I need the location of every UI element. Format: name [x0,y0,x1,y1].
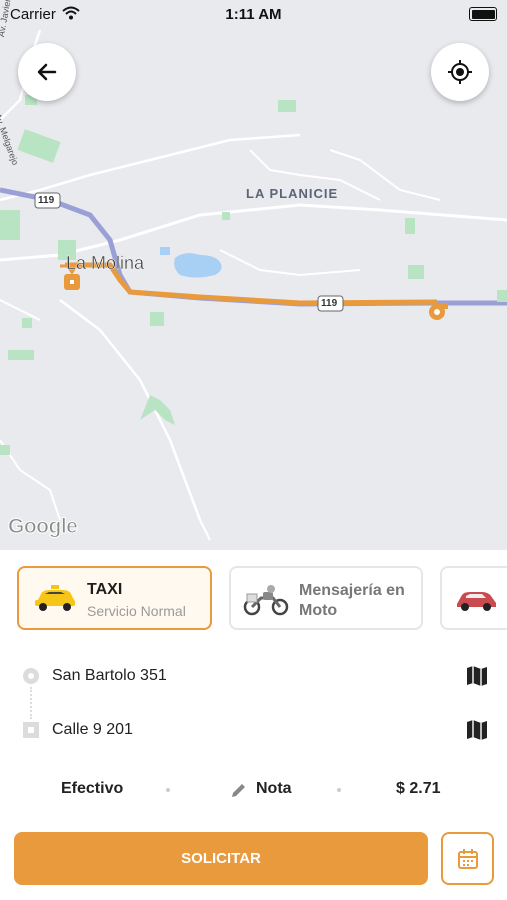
service-taxi-subtitle: Servicio Normal [87,603,186,619]
battery-icon [469,7,497,21]
request-panel: TAXI Servicio Normal Mensajería en Moto … [0,550,507,900]
crosshair-location-icon [448,60,472,84]
origin-address[interactable]: San Bartolo 351 [52,667,167,685]
destination-square-icon [23,722,39,738]
pencil-icon [232,784,245,797]
motorcycle-icon [243,585,289,616]
map-label-route-119-b: 119 [321,298,338,309]
google-attribution: Google [7,515,78,539]
origin-map-icon[interactable] [465,664,489,688]
payment-method[interactable]: Efectivo [61,780,123,798]
route-connector [30,687,32,719]
destination-address[interactable]: Calle 9 201 [52,721,133,739]
service-card-car[interactable] [440,566,507,630]
calendar-icon [457,848,478,869]
map-label-la-molina: La Molina [66,253,145,273]
price-value: $ 2.71 [396,780,441,797]
map-canvas [0,29,507,541]
status-bar: Carrier 1:11 AM [0,0,507,28]
separator-dot [166,788,170,792]
request-button[interactable]: SOLICITAR [14,832,428,885]
service-card-taxi[interactable]: TAXI Servicio Normal [17,566,212,630]
note-button[interactable]: Nota [256,780,292,798]
red-car-icon [457,592,496,611]
map-label-la-planicie: LA PLANICIE [246,186,339,201]
arrow-left-icon [37,63,57,81]
origin-dot-icon [23,668,39,684]
service-card-moto[interactable]: Mensajería en Moto [229,566,423,630]
map-label-route-119-a: 119 [38,195,55,206]
destination-map-icon[interactable] [465,718,489,742]
schedule-button[interactable] [441,832,494,885]
map-view[interactable]: LA PLANICIE La Molina 119 119 Av. Javier… [0,0,507,550]
service-moto-title: Mensajería en Moto [299,582,405,619]
status-time: 1:11 AM [225,6,282,23]
separator-dot [337,788,341,792]
taxi-car-icon [35,585,75,611]
my-location-button[interactable] [431,43,489,101]
back-button[interactable] [18,43,76,101]
service-taxi-title: TAXI [87,581,123,598]
